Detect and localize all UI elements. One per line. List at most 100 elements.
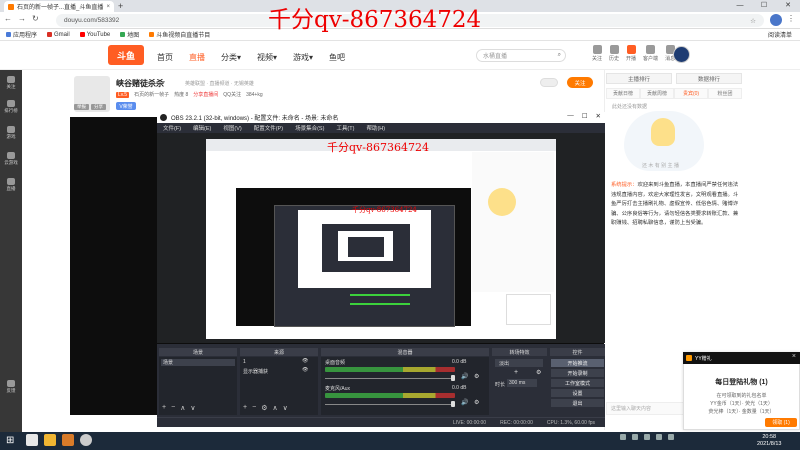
vip-badge[interactable]: V荣誉: [116, 102, 136, 110]
volume-slider-knob[interactable]: [451, 401, 455, 407]
settings-button[interactable]: 设置: [551, 389, 604, 397]
obs-maximize-button[interactable]: ☐: [582, 112, 588, 120]
nav-game[interactable]: 游戏▾: [293, 52, 313, 63]
close-window-button[interactable]: ✕: [776, 0, 800, 12]
add-transition-button[interactable]: +: [514, 369, 518, 376]
windows-start-icon[interactable]: ⊞: [6, 436, 14, 446]
broadcast-header-icon[interactable]: 开播: [626, 45, 636, 62]
qq-follow[interactable]: QQ关注: [223, 91, 241, 98]
move-down-button[interactable]: ∨: [190, 404, 195, 412]
sidebar-follow[interactable]: 关注: [0, 76, 22, 90]
add-scene-button[interactable]: +: [162, 404, 166, 412]
search-icon[interactable]: ⌕: [558, 52, 561, 59]
nav-yuba[interactable]: 鱼吧: [329, 52, 345, 63]
add-source-button[interactable]: +: [243, 404, 247, 412]
reading-list[interactable]: 阅读清单: [768, 30, 792, 39]
sidebar-live[interactable]: 直播: [0, 178, 22, 192]
taskbar-clock[interactable]: 20:58 2021/8/13: [757, 434, 781, 448]
close-icon[interactable]: ×: [792, 353, 796, 360]
tray-icon[interactable]: [632, 434, 638, 440]
volume-slider-knob[interactable]: [451, 375, 455, 381]
browser-tab[interactable]: 石页的新一帧子...直播_斗鱼直播 ×: [4, 1, 114, 12]
share-button[interactable]: 分享: [91, 104, 106, 110]
file-explorer-icon[interactable]: [44, 434, 56, 446]
source-item[interactable]: 1: [243, 359, 246, 365]
eye-icon[interactable]: 👁: [302, 358, 308, 364]
menu-scene-collection[interactable]: 场景集合(S): [295, 124, 324, 132]
move-down-button[interactable]: ∨: [283, 404, 288, 412]
toggle-switch[interactable]: [540, 78, 558, 87]
speaker-icon[interactable]: 🔊: [461, 399, 468, 406]
obs-minimize-button[interactable]: —: [567, 112, 574, 120]
follow-header-icon[interactable]: 关注: [592, 45, 602, 62]
profile-avatar-icon[interactable]: [770, 14, 782, 26]
tab-anchor-rank[interactable]: 主播排行: [606, 73, 672, 84]
eye-icon[interactable]: 👁: [302, 367, 308, 373]
volume-slider-track[interactable]: [325, 404, 455, 405]
start-streaming-button[interactable]: 开始推流: [551, 359, 604, 367]
maximize-button[interactable]: ☐: [752, 0, 776, 12]
studio-mode-button[interactable]: 工作室模式: [551, 379, 604, 387]
menu-tools[interactable]: 工具(T): [336, 124, 354, 132]
claim-gift-button[interactable]: 领取 (1): [765, 418, 797, 427]
chrome-icon[interactable]: [26, 434, 38, 446]
tab-daily[interactable]: 贡献日榜: [606, 88, 640, 99]
app-icon[interactable]: [62, 434, 74, 446]
tab-data-rank[interactable]: 数据排行: [676, 73, 742, 84]
obs-taskbar-icon[interactable]: [80, 434, 92, 446]
start-recording-button[interactable]: 开始录制: [551, 369, 604, 377]
nav-live[interactable]: 直播: [189, 52, 205, 63]
nav-home[interactable]: 首页: [157, 52, 173, 63]
minimize-button[interactable]: —: [728, 0, 752, 12]
nav-category[interactable]: 分类▾: [221, 52, 241, 63]
user-avatar[interactable]: [673, 46, 690, 63]
new-tab-button[interactable]: +: [118, 1, 123, 11]
browser-menu-icon[interactable]: ⋮: [787, 14, 795, 23]
speaker-icon[interactable]: 🔊: [461, 373, 468, 380]
bookmark-item[interactable]: Gmail: [47, 32, 70, 38]
obs-close-button[interactable]: ✕: [596, 112, 601, 120]
bookmark-item[interactable]: 地图: [120, 30, 139, 39]
remove-scene-button[interactable]: −: [171, 404, 175, 412]
sidebar-cloud-game[interactable]: 云游戏: [0, 152, 22, 166]
tab-close-icon[interactable]: ×: [106, 4, 110, 10]
room-owner[interactable]: 石页的新一帧子: [134, 91, 169, 98]
mixer-gear-icon[interactable]: ⚙: [474, 373, 479, 380]
tab-vip[interactable]: 贵宾(0): [674, 88, 708, 99]
bookmark-item[interactable]: YouTube: [79, 32, 110, 38]
forward-icon[interactable]: →: [18, 14, 26, 23]
menu-file[interactable]: 文件(F): [163, 124, 181, 132]
bookmark-star-icon[interactable]: ☆: [750, 17, 756, 25]
back-icon[interactable]: ←: [4, 14, 12, 23]
room-tags[interactable]: 英雄联盟 · 直播频道 · 无锡英雄: [185, 80, 254, 87]
douyu-logo[interactable]: 斗鱼: [108, 45, 144, 65]
nav-video[interactable]: 视频▾: [257, 52, 277, 63]
share-link[interactable]: 分享直播间: [193, 91, 218, 98]
follow-button[interactable]: 关注: [567, 77, 593, 88]
move-up-button[interactable]: ∧: [180, 404, 185, 412]
bookmark-item[interactable]: 应用程序: [6, 30, 37, 39]
bookmark-item[interactable]: 斗鱼视频自直播节目: [149, 30, 210, 39]
menu-view[interactable]: 视图(V): [223, 124, 241, 132]
menu-help[interactable]: 帮助(H): [366, 124, 385, 132]
sidebar-game[interactable]: 游戏: [0, 126, 22, 140]
duration-input[interactable]: 300 ms: [507, 379, 537, 387]
site-search-input[interactable]: 水桶直播 ⌕: [476, 49, 566, 62]
tab-fans[interactable]: 粉丝团: [708, 88, 742, 99]
network-icon[interactable]: [656, 434, 662, 440]
tray-icon[interactable]: [644, 434, 650, 440]
menu-edit[interactable]: 编辑(E): [193, 124, 211, 132]
client-header-icon[interactable]: 客户端: [643, 45, 658, 62]
mixer-gear-icon[interactable]: ⚙: [474, 399, 479, 406]
menu-profile[interactable]: 配置文件(P): [254, 124, 283, 132]
exit-button[interactable]: 退出: [551, 399, 604, 407]
report-button[interactable]: 举报: [74, 104, 89, 110]
tray-icon[interactable]: [620, 434, 626, 440]
transition-select[interactable]: 淡出: [495, 359, 543, 367]
remove-source-button[interactable]: −: [252, 404, 256, 412]
source-item[interactable]: 显示器捕获: [243, 368, 268, 375]
sidebar-rank[interactable]: 排行榜: [0, 100, 22, 114]
history-header-icon[interactable]: 历史: [609, 45, 619, 62]
tab-weekly[interactable]: 贡献周榜: [640, 88, 674, 99]
reload-icon[interactable]: ↻: [32, 14, 39, 23]
